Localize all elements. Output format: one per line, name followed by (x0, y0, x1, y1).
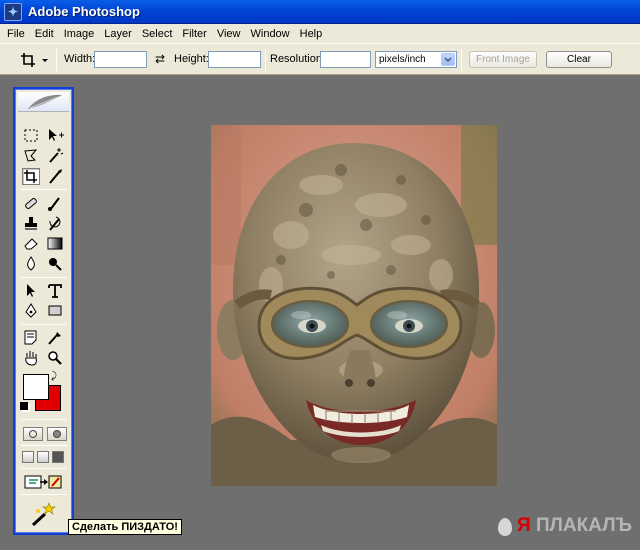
zoom-tool-icon[interactable] (46, 349, 64, 366)
drop-icon (498, 518, 512, 536)
divider (21, 445, 67, 446)
dodge-tool-icon[interactable] (46, 255, 64, 272)
full-screen-menu-icon[interactable] (37, 451, 49, 463)
resolution-units-select[interactable]: pixels/inch (375, 51, 457, 68)
menu-help[interactable]: Help (295, 28, 328, 40)
tooltip: Сделать ПИЗДАТО! (68, 519, 182, 535)
jump-to-icon (24, 475, 62, 489)
type-tool-icon[interactable] (46, 282, 64, 299)
marquee-tool-icon[interactable] (22, 127, 40, 144)
divider (21, 494, 67, 495)
crop-icon (21, 53, 48, 67)
resolution-field[interactable] (320, 51, 371, 68)
toolbox-header[interactable] (18, 92, 69, 112)
clear-button[interactable]: Clear (546, 51, 612, 68)
slice-tool-icon[interactable] (46, 168, 64, 185)
brush-icon[interactable] (46, 195, 64, 212)
watermark-text: Я ПЛАКАЛЪ (517, 515, 633, 536)
magic-stick-icon[interactable] (29, 502, 59, 528)
eyedropper-icon[interactable] (46, 329, 64, 346)
crop-tool-icon[interactable] (22, 168, 40, 185)
standard-screen-icon[interactable] (22, 451, 34, 463)
full-screen-icon[interactable] (52, 451, 64, 463)
clone-stamp-icon[interactable] (22, 215, 40, 232)
separator (56, 49, 57, 71)
height-field[interactable] (208, 51, 261, 68)
menu-bar: File Edit Image Layer Select Filter View… (0, 24, 640, 43)
history-brush-icon[interactable] (46, 215, 64, 232)
blur-tool-icon[interactable] (22, 255, 40, 272)
divider (21, 324, 67, 325)
swap-colors-icon[interactable]: ⤸ (51, 371, 57, 382)
width-label: Width: (64, 53, 96, 65)
options-bar: Width: ⇄ Height: Resolution: pixels/inch… (0, 43, 640, 75)
quick-mask-icon[interactable] (47, 427, 67, 441)
menu-file[interactable]: File (2, 28, 30, 40)
toolbox: ⤸ (13, 87, 74, 535)
shape-tool-icon[interactable] (46, 302, 64, 319)
swap-arrows-icon[interactable]: ⇄ (155, 52, 165, 66)
separator (265, 49, 266, 71)
front-image-button[interactable]: Front Image (469, 51, 537, 68)
move-tool-icon[interactable] (46, 127, 64, 144)
default-colors-icon[interactable] (20, 402, 28, 410)
window-title: Adobe Photoshop (28, 4, 140, 19)
divider (21, 277, 67, 278)
gradient-icon[interactable] (46, 235, 64, 252)
menu-window[interactable]: Window (246, 28, 295, 40)
path-selection-icon[interactable] (22, 282, 40, 299)
height-label: Height: (174, 53, 209, 65)
notes-tool-icon[interactable] (22, 329, 40, 346)
standard-mode-icon[interactable] (23, 427, 43, 441)
photo-mud-face (211, 125, 497, 486)
jump-to-imageready-button[interactable] (23, 473, 63, 491)
resolution-label: Resolution: (270, 53, 326, 65)
foreground-color-swatch[interactable] (23, 374, 49, 400)
menu-image[interactable]: Image (59, 28, 100, 40)
menu-layer[interactable]: Layer (99, 28, 137, 40)
chevron-down-icon (441, 53, 455, 66)
eraser-icon[interactable] (22, 235, 40, 252)
hand-tool-icon[interactable] (22, 349, 40, 366)
divider (21, 189, 67, 190)
menu-filter[interactable]: Filter (177, 28, 211, 40)
feather-icon (28, 94, 62, 109)
healing-brush-icon[interactable] (22, 195, 40, 212)
divider (21, 468, 67, 469)
menu-select[interactable]: Select (137, 28, 178, 40)
separator (461, 49, 462, 71)
divider (21, 419, 67, 420)
magic-wand-icon[interactable] (46, 147, 64, 164)
tool-preset-picker[interactable] (18, 50, 50, 69)
title-bar: ✦ Adobe Photoshop (0, 0, 640, 24)
menu-view[interactable]: View (212, 28, 246, 40)
canvas-photo[interactable] (211, 125, 497, 486)
lasso-tool-icon[interactable] (22, 147, 40, 164)
menu-edit[interactable]: Edit (30, 28, 59, 40)
photoshop-icon: ✦ (4, 3, 22, 21)
width-field[interactable] (94, 51, 147, 68)
watermark-logo: Я ПЛАКАЛЪ (495, 514, 635, 538)
pen-tool-icon[interactable] (22, 302, 40, 319)
